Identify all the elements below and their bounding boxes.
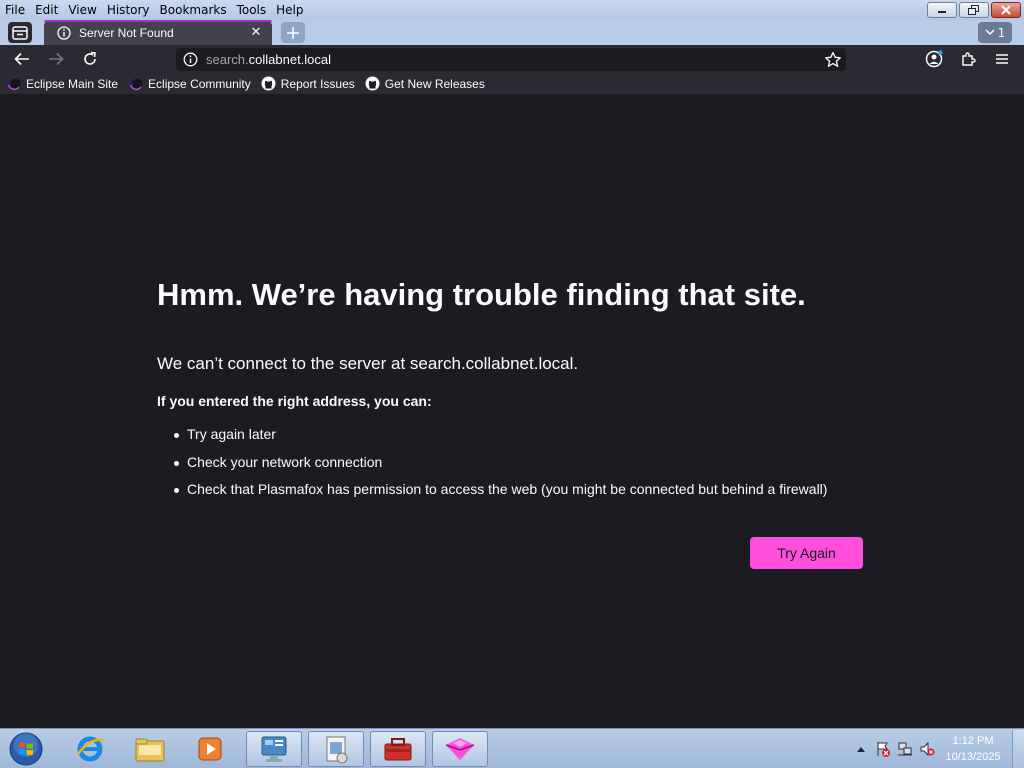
minimize-icon [938,11,946,13]
github-icon [261,76,277,92]
toolbox-icon [384,738,412,761]
internet-explorer-icon [77,736,104,762]
title-bar: File Edit View History Bookmarks Tools H… [0,0,1024,20]
puzzle-icon [962,52,976,66]
volume-muted-icon[interactable] [916,738,938,760]
menu-bookmarks[interactable]: Bookmarks [155,1,232,19]
taskbar-internet-explorer[interactable] [62,731,118,767]
url-domain: collabnet.local [248,52,332,67]
clock-time: 1:12 PM [952,735,994,747]
start-button[interactable] [6,731,46,767]
clock[interactable]: 1:12 PM 10/13/2025 [938,733,1008,765]
bookmark-eclipse-main-site[interactable]: Eclipse Main Site [6,76,118,92]
list-all-tabs-button[interactable]: 1 [978,22,1012,43]
taskbar-media-player[interactable] [182,731,238,767]
back-button[interactable] [10,47,34,71]
bookmark-star-icon[interactable] [824,51,842,69]
network-icon[interactable] [894,738,916,760]
document-icon [326,736,348,764]
tab-list-icon [12,25,28,40]
tab-server-not-found[interactable]: Server Not Found ✕ [44,20,272,45]
navigation-toolbar: search.collabnet.local [0,45,1024,73]
menu-history[interactable]: History [102,1,155,19]
reload-button[interactable] [78,47,102,71]
action-center-icon[interactable] [872,738,894,760]
minimize-button[interactable] [927,2,957,18]
error-description: We can’t connect to the server at search… [157,354,579,373]
taskbar-file-explorer[interactable] [122,731,178,767]
site-info-icon[interactable] [182,52,198,68]
menu-help[interactable]: Help [271,1,308,19]
forward-button[interactable] [44,47,68,71]
bookmark-report-issues[interactable]: Report Issues [261,76,355,92]
menu-bar: File Edit View History Bookmarks Tools H… [0,1,309,19]
hamburger-icon [996,54,1008,64]
bookmark-label: Eclipse Community [148,76,251,91]
error-subtitle: If you entered the right address, you ca… [157,393,432,409]
extensions-button[interactable] [956,47,980,71]
menu-edit[interactable]: Edit [30,1,63,19]
chevron-down-icon [985,29,995,36]
info-icon [56,25,72,41]
account-icon [925,50,943,68]
url-bar[interactable]: search.collabnet.local [176,48,846,71]
arrow-left-icon [14,52,29,66]
tab-strip: Server Not Found ✕ 1 [0,20,1024,45]
taskbar-notepad-app[interactable] [308,731,364,767]
bookmark-label: Report Issues [280,76,355,91]
window-controls [927,2,1021,18]
media-player-icon [198,737,222,761]
arrow-right-icon [49,52,64,66]
clock-date: 10/13/2025 [945,751,1001,763]
restore-icon [968,5,979,15]
taskbar-plasmafox[interactable] [432,731,488,767]
bookmark-label: Get New Releases [384,76,485,91]
taskbar-control-panel[interactable] [246,731,302,767]
chevron-up-icon [857,747,865,752]
menu-view[interactable]: View [63,1,101,19]
tab-close-icon[interactable]: ✕ [246,25,266,40]
folder-icon [135,738,165,762]
eclipse-icon [6,76,22,92]
reload-icon [84,51,96,65]
bookmark-get-new-releases[interactable]: Get New Releases [365,76,485,92]
app-menu-button[interactable] [990,47,1014,71]
error-title: Hmm. We’re having trouble finding that s… [157,277,806,312]
menu-tools[interactable]: Tools [232,1,272,19]
new-tab-button[interactable] [281,22,305,43]
url-text[interactable]: search.collabnet.local [206,52,331,67]
control-panel-icon [261,736,287,762]
firefox-view-button[interactable] [8,22,32,43]
show-hidden-icons-button[interactable] [850,738,872,760]
page-content: Hmm. We’re having trouble finding that s… [0,94,1024,728]
list-item: Check that Plasmafox has permission to a… [174,481,827,509]
eclipse-icon [128,76,144,92]
menu-file[interactable]: File [0,1,30,19]
bookmark-eclipse-community[interactable]: Eclipse Community [128,76,251,92]
url-prefix: search. [206,52,249,67]
list-item: Check your network connection [174,454,827,482]
list-item: Try again later [174,426,827,454]
bookmarks-toolbar: Eclipse Main Site Eclipse Community Repo… [0,73,1024,94]
tab-count-label: 1 [997,25,1006,40]
windows-orb-icon [9,732,43,766]
github-icon [365,76,381,92]
bookmark-label: Eclipse Main Site [26,76,119,91]
close-window-button[interactable] [991,2,1021,18]
plus-icon [287,26,299,39]
show-desktop-button[interactable] [1012,730,1024,768]
plasmafox-icon [445,738,475,760]
account-button[interactable] [922,47,946,71]
system-tray: 1:12 PM 10/13/2025 [850,729,1024,768]
suggestion-list: Try again later Check your network conne… [174,426,827,509]
restore-button[interactable] [959,2,989,18]
close-icon [1001,5,1011,15]
try-again-button[interactable]: Try Again [750,537,863,569]
tab-title: Server Not Found [79,25,174,40]
taskbar: 1:12 PM 10/13/2025 [0,728,1024,768]
taskbar-toolbox-app[interactable] [370,731,426,767]
